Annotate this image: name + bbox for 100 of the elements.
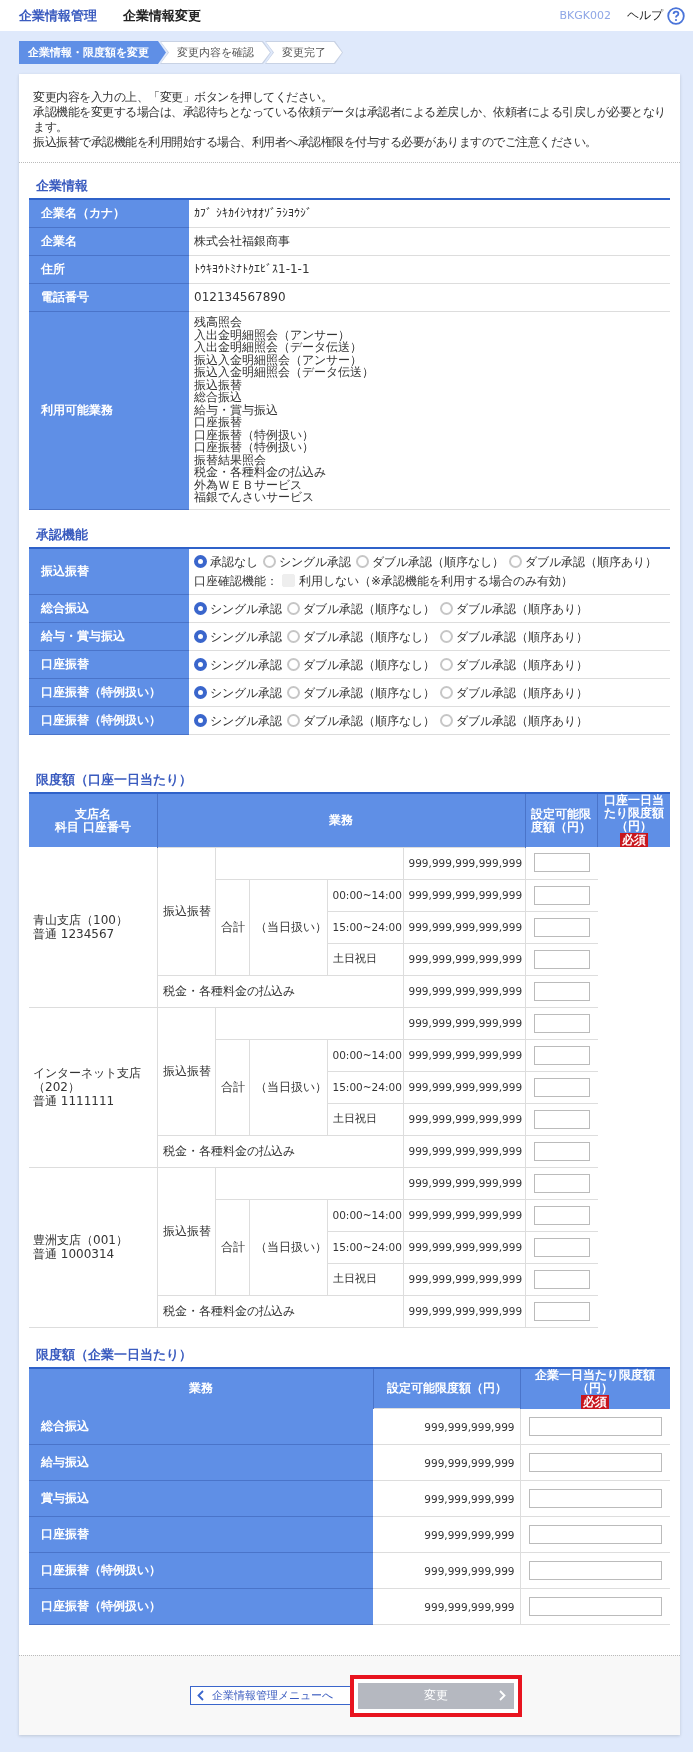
service-item: 振込入金明細照会（データ伝送） — [194, 366, 375, 379]
table-cell: 15:00~24:00 — [327, 911, 403, 943]
chevron-right-icon — [498, 1689, 506, 1701]
amount-cell: 999,999,999,999 — [373, 1480, 520, 1517]
service-item: 口座振替（特例扱い） — [194, 441, 315, 454]
table-cell: 税金・各種料金の払込み — [157, 1295, 403, 1327]
limit-input[interactable] — [533, 885, 590, 905]
radio-option[interactable]: シングル承認 — [194, 713, 282, 728]
amount-cell: 999,999,999,999,999 — [403, 943, 525, 975]
amount-cell: 999,999,999,999,999 — [403, 1295, 525, 1327]
service-item: 福銀でんさいサービス — [194, 491, 315, 504]
table-cell: 振込振替 — [157, 847, 215, 975]
amount-cell: 999,999,999,999,999 — [403, 1199, 525, 1231]
radio-option[interactable]: ダブル承認（順序あり） — [440, 657, 588, 672]
limit-input[interactable] — [528, 1416, 662, 1436]
branch-account: 豊洲支店（001） — [33, 1233, 129, 1247]
row-label: 利用可能業務 — [29, 311, 189, 509]
row-label: 振込振替 — [29, 547, 189, 595]
row-label: 給与・賞与振込 — [29, 622, 189, 651]
row-label: 総合振込 — [29, 594, 189, 623]
table-cell: 15:00~24:00 — [327, 1071, 403, 1103]
branch-account: 普通 1234567 — [33, 926, 116, 941]
limit-input[interactable] — [528, 1525, 662, 1544]
service-item: 口座振替 — [194, 416, 242, 429]
column-title: 業務 — [328, 813, 354, 827]
radio-option[interactable]: シングル承認 — [263, 554, 351, 569]
limit-input[interactable] — [528, 1489, 662, 1508]
limit-input[interactable] — [533, 1237, 590, 1257]
radio-option[interactable]: ダブル承認（順序あり） — [440, 685, 588, 700]
radio-option[interactable]: ダブル承認（順序なし） — [287, 685, 435, 700]
chevron-left-icon — [196, 1690, 204, 1701]
limit-input[interactable] — [528, 1597, 662, 1616]
service-item: 振替結果照会 — [194, 453, 266, 467]
limit-input[interactable] — [533, 1045, 590, 1065]
service-item: 入出金明細照会（アンサー） — [194, 328, 351, 342]
limit-input[interactable] — [533, 917, 590, 937]
radio-option[interactable]: シングル承認 — [194, 601, 282, 616]
help-icon[interactable] — [667, 6, 685, 25]
amount-cell: 999,999,999,999,999 — [403, 1167, 525, 1199]
limit-input[interactable] — [528, 1561, 662, 1580]
limit-input[interactable] — [533, 949, 590, 969]
amount-cell: 999,999,999,999,999 — [403, 911, 525, 943]
limit-input[interactable] — [533, 1173, 590, 1193]
limit-input[interactable] — [533, 981, 590, 1001]
service-item: 給与・賞与振込 — [194, 403, 279, 417]
column-header: 設定可能限度額（円） — [373, 1367, 520, 1409]
row-label: 口座振替 — [29, 650, 189, 679]
radio-option[interactable]: シングル承認 — [194, 657, 282, 672]
table-cell: 15:00~24:00 — [327, 1231, 403, 1263]
back-button[interactable]: 企業情報管理メニューへ — [189, 1686, 352, 1705]
radio-option[interactable]: ダブル承認（順序なし） — [287, 601, 435, 616]
row-label: 企業名（カナ） — [29, 199, 189, 227]
limit-input[interactable] — [528, 1453, 662, 1472]
radio-option[interactable]: ダブル承認（順序あり） — [440, 601, 588, 616]
radio-option[interactable]: ダブル承認（順序なし） — [287, 629, 435, 644]
limit-input[interactable] — [533, 1205, 590, 1225]
help-link[interactable]: ヘルプ — [627, 7, 663, 24]
limit-input[interactable] — [533, 1301, 590, 1321]
amount-cell: 999,999,999,999,999 — [403, 879, 525, 911]
service-item: 総合振込 — [194, 391, 242, 404]
radio-option[interactable]: ダブル承認（順序なし） — [287, 713, 435, 728]
table-cell: （当日扱い） — [249, 1039, 327, 1135]
row-label: 給与振込 — [29, 1444, 373, 1481]
limit-input[interactable] — [533, 1109, 590, 1129]
radio-option[interactable]: シングル承認 — [194, 629, 282, 644]
step-indicator: 変更内容を確認 — [160, 41, 271, 64]
limit-input[interactable] — [533, 1141, 590, 1161]
amount-cell: 999,999,999,999,999 — [403, 1071, 525, 1103]
limit-input[interactable] — [533, 853, 590, 873]
row-label: 口座振替（特例扱い） — [29, 1588, 373, 1625]
table-cell: 税金・各種料金の払込み — [157, 1135, 403, 1167]
radio-option[interactable]: ダブル承認（順序あり） — [440, 629, 588, 644]
amount-cell: 999,999,999,999,999 — [403, 1263, 525, 1295]
amount-cell: 999,999,999,999,999 — [403, 1231, 525, 1263]
instruction-text: 承認機能を変更する場合は、承認待ちとなっている依頼データは承認者による差戻しか、依頼者による引戻しが必要となります。 — [33, 105, 667, 135]
row-label: 口座振替 — [29, 1516, 373, 1553]
row-label: 口座振替（特例扱い） — [29, 706, 189, 735]
step-indicator: 企業情報・限度額を変更 — [19, 41, 166, 64]
row-label: 企業名 — [29, 227, 189, 255]
instruction-text: 振込振替で承認機能を利用開始する場合、利用者へ承認権限を付与する必要がありますのでご注意ください。 — [33, 135, 598, 150]
radio-option[interactable]: ダブル承認（順序あり） — [509, 554, 657, 569]
table-cell: 土日祝日 — [327, 1263, 403, 1295]
limit-input[interactable] — [533, 1269, 590, 1289]
table-cell: 00:00~14:00 — [327, 879, 403, 911]
table-cell: 00:00~14:00 — [327, 1199, 403, 1231]
radio-option[interactable]: ダブル承認（順序あり） — [440, 713, 588, 728]
limit-input[interactable] — [533, 1013, 590, 1033]
row-label: 電話番号 — [29, 283, 189, 311]
amount-cell: 999,999,999,999,999 — [403, 1039, 525, 1071]
radio-option[interactable]: ダブル承認（順序なし） — [287, 657, 435, 672]
radio-option[interactable]: 承認なし — [194, 554, 258, 569]
field-value: 012134567890 — [189, 283, 670, 311]
radio-option[interactable]: ダブル承認（順序なし） — [356, 554, 504, 569]
limit-input[interactable] — [533, 1077, 590, 1097]
column-title: 企業一日当たり限度額（円） — [534, 1368, 657, 1395]
instruction-text: 変更内容を入力の上、「変更」ボタンを押してください。 — [33, 90, 333, 105]
radio-option[interactable]: シングル承認 — [194, 685, 282, 700]
amount-cell: 999,999,999,999 — [373, 1516, 520, 1553]
branch-account: 青山支店（100） — [33, 912, 129, 927]
table-cell: 土日祝日 — [327, 1103, 403, 1135]
